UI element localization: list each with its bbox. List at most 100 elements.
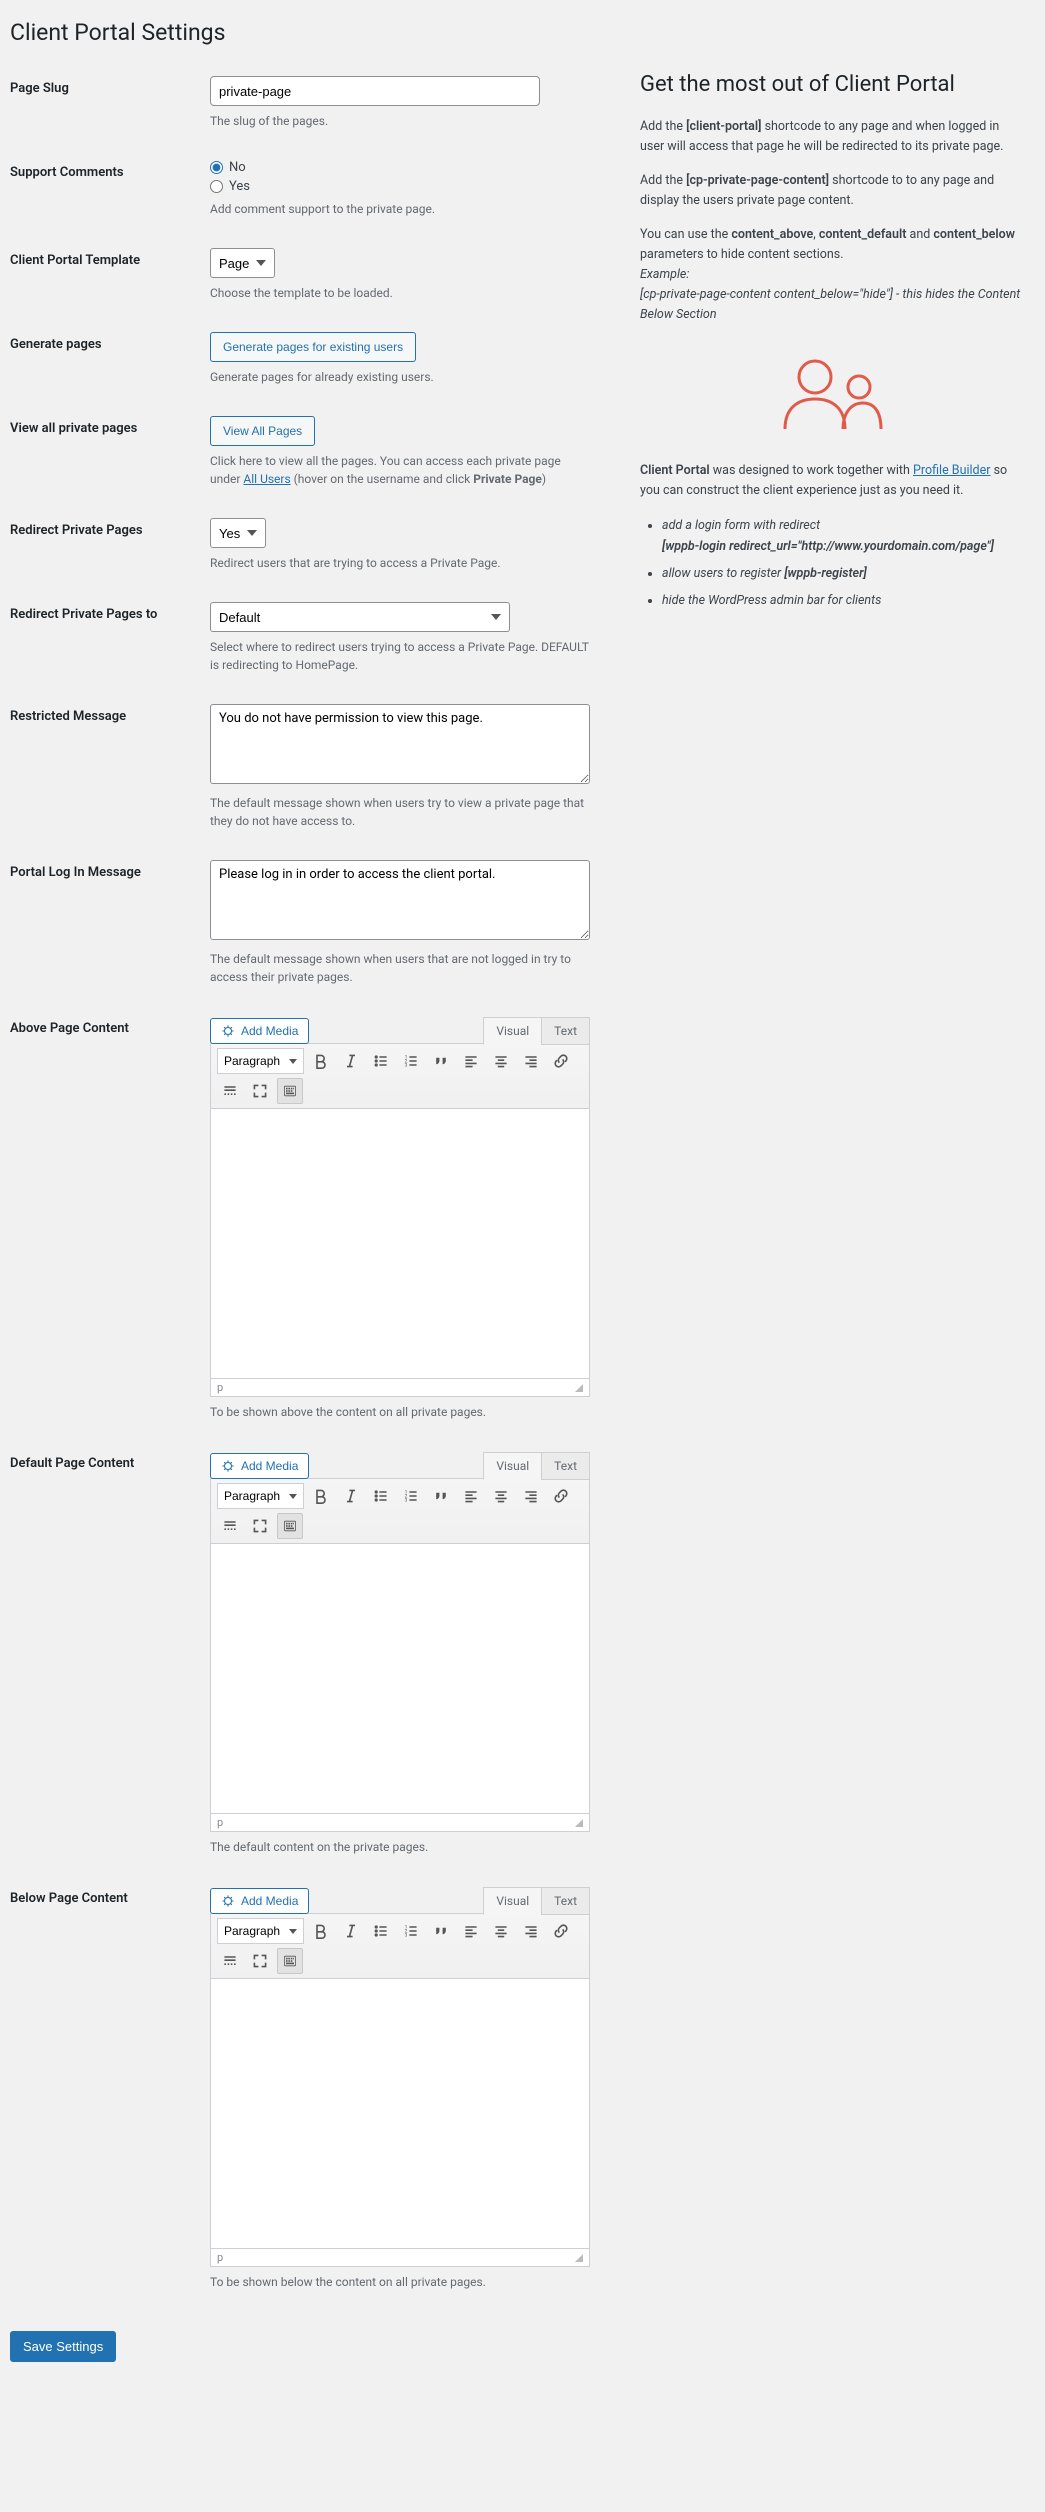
fullscreen-icon[interactable] — [247, 1948, 273, 1974]
default-text-tab[interactable]: Text — [541, 1452, 590, 1480]
svg-text:3: 3 — [405, 1063, 408, 1069]
support-comments-label: Support Comments — [10, 150, 210, 238]
default-toolbar: Paragraph 123 — [210, 1478, 590, 1544]
sidebar-p5: Client Portal was designed to work toget… — [640, 461, 1025, 501]
italic-icon[interactable] — [338, 1048, 364, 1074]
bold-icon[interactable] — [308, 1048, 334, 1074]
restricted-desc: The default message shown when users try… — [210, 794, 590, 830]
restricted-message-textarea[interactable]: You do not have permission to view this … — [210, 704, 590, 784]
bold-icon[interactable] — [308, 1483, 334, 1509]
generate-desc: Generate pages for already existing user… — [210, 368, 590, 386]
sidebar-p2: Add the [cp-private-page-content] shortc… — [640, 171, 1025, 211]
all-users-link[interactable]: All Users — [243, 472, 290, 486]
login-msg-desc: The default message shown when users tha… — [210, 950, 590, 986]
quote-icon[interactable] — [428, 1483, 454, 1509]
below-content-desc: To be shown below the content on all pri… — [210, 2273, 590, 2291]
bullet-list-icon[interactable] — [368, 1048, 394, 1074]
fullscreen-icon[interactable] — [247, 1078, 273, 1104]
toolbar-toggle-icon[interactable] — [277, 1948, 303, 1974]
sidebar-p3: You can use the content_above, content_d… — [640, 225, 1025, 325]
page-slug-input[interactable] — [210, 76, 540, 106]
insert-more-icon[interactable] — [217, 1078, 243, 1104]
number-list-icon[interactable]: 123 — [398, 1048, 424, 1074]
template-desc: Choose the template to be loaded. — [210, 284, 590, 302]
above-editor-area[interactable] — [210, 1109, 590, 1379]
link-icon[interactable] — [548, 1048, 574, 1074]
italic-icon[interactable] — [338, 1918, 364, 1944]
number-list-icon[interactable]: 123 — [398, 1918, 424, 1944]
below-add-media-button[interactable]: Add Media — [210, 1888, 309, 1914]
users-icon — [640, 353, 1025, 433]
below-content-label: Below Page Content — [10, 1876, 210, 2311]
generate-pages-button[interactable]: Generate pages for existing users — [210, 332, 416, 362]
quote-icon[interactable] — [428, 1048, 454, 1074]
toolbar-toggle-icon[interactable] — [277, 1078, 303, 1104]
redirect-to-desc: Select where to redirect users trying to… — [210, 638, 590, 674]
align-center-icon[interactable] — [488, 1918, 514, 1944]
template-select[interactable]: Page — [210, 248, 275, 278]
redirect-to-select[interactable]: Default — [210, 602, 510, 632]
default-visual-tab[interactable]: Visual — [483, 1452, 542, 1480]
below-editor-path: p — [217, 2251, 223, 2264]
above-add-media-button[interactable]: Add Media — [210, 1018, 309, 1044]
default-editor-area[interactable] — [210, 1544, 590, 1814]
align-right-icon[interactable] — [518, 1483, 544, 1509]
italic-icon[interactable] — [338, 1483, 364, 1509]
quote-icon[interactable] — [428, 1918, 454, 1944]
above-toolbar: Paragraph 123 — [210, 1043, 590, 1109]
page-slug-desc: The slug of the pages. — [210, 112, 590, 130]
align-center-icon[interactable] — [488, 1483, 514, 1509]
align-left-icon[interactable] — [458, 1483, 484, 1509]
default-editor-path: p — [217, 1816, 223, 1829]
template-label: Client Portal Template — [10, 238, 210, 322]
view-all-desc: Click here to view all the pages. You ca… — [210, 452, 590, 488]
redirect-label: Redirect Private Pages — [10, 508, 210, 592]
login-message-textarea[interactable]: Please log in in order to access the cli… — [210, 860, 590, 940]
support-comments-yes-radio[interactable] — [210, 180, 223, 193]
bullet-list-icon[interactable] — [368, 1483, 394, 1509]
sidebar-p1: Add the [client-portal] shortcode to any… — [640, 117, 1025, 157]
link-icon[interactable] — [548, 1483, 574, 1509]
resize-grip-icon[interactable] — [575, 2254, 583, 2262]
generate-label: Generate pages — [10, 322, 210, 406]
redirect-to-label: Redirect Private Pages to — [10, 592, 210, 694]
toolbar-toggle-icon[interactable] — [277, 1513, 303, 1539]
bullet-list-icon[interactable] — [368, 1918, 394, 1944]
page-slug-label: Page Slug — [10, 66, 210, 150]
support-comments-no-radio[interactable] — [210, 161, 223, 174]
link-icon[interactable] — [548, 1918, 574, 1944]
above-content-desc: To be shown above the content on all pri… — [210, 1403, 590, 1421]
default-format-select[interactable]: Paragraph — [217, 1483, 304, 1509]
align-left-icon[interactable] — [458, 1918, 484, 1944]
resize-grip-icon[interactable] — [575, 1819, 583, 1827]
below-format-select[interactable]: Paragraph — [217, 1918, 304, 1944]
sidebar-list: add a login form with redirect[wppb-logi… — [640, 515, 1025, 612]
bold-icon[interactable] — [308, 1918, 334, 1944]
above-format-select[interactable]: Paragraph — [217, 1048, 304, 1074]
align-right-icon[interactable] — [518, 1918, 544, 1944]
redirect-select[interactable]: Yes — [210, 518, 266, 548]
login-msg-label: Portal Log In Message — [10, 850, 210, 1006]
insert-more-icon[interactable] — [217, 1513, 243, 1539]
insert-more-icon[interactable] — [217, 1948, 243, 1974]
below-visual-tab[interactable]: Visual — [483, 1887, 542, 1915]
resize-grip-icon[interactable] — [575, 1384, 583, 1392]
restricted-label: Restricted Message — [10, 694, 210, 850]
redirect-desc: Redirect users that are trying to access… — [210, 554, 590, 572]
align-left-icon[interactable] — [458, 1048, 484, 1074]
default-add-media-button[interactable]: Add Media — [210, 1453, 309, 1479]
above-visual-tab[interactable]: Visual — [483, 1017, 542, 1045]
align-center-icon[interactable] — [488, 1048, 514, 1074]
align-right-icon[interactable] — [518, 1048, 544, 1074]
sidebar-heading: Get the most out of Client Portal — [640, 71, 1025, 99]
svg-text:3: 3 — [405, 1498, 408, 1504]
number-list-icon[interactable]: 123 — [398, 1483, 424, 1509]
below-editor-area[interactable] — [210, 1979, 590, 2249]
save-settings-button[interactable]: Save Settings — [10, 2331, 116, 2362]
support-comments-yes-label: Yes — [229, 179, 250, 194]
profile-builder-link[interactable]: Profile Builder — [913, 463, 991, 478]
above-text-tab[interactable]: Text — [541, 1017, 590, 1045]
below-text-tab[interactable]: Text — [541, 1887, 590, 1915]
fullscreen-icon[interactable] — [247, 1513, 273, 1539]
view-all-pages-button[interactable]: View All Pages — [210, 416, 315, 446]
